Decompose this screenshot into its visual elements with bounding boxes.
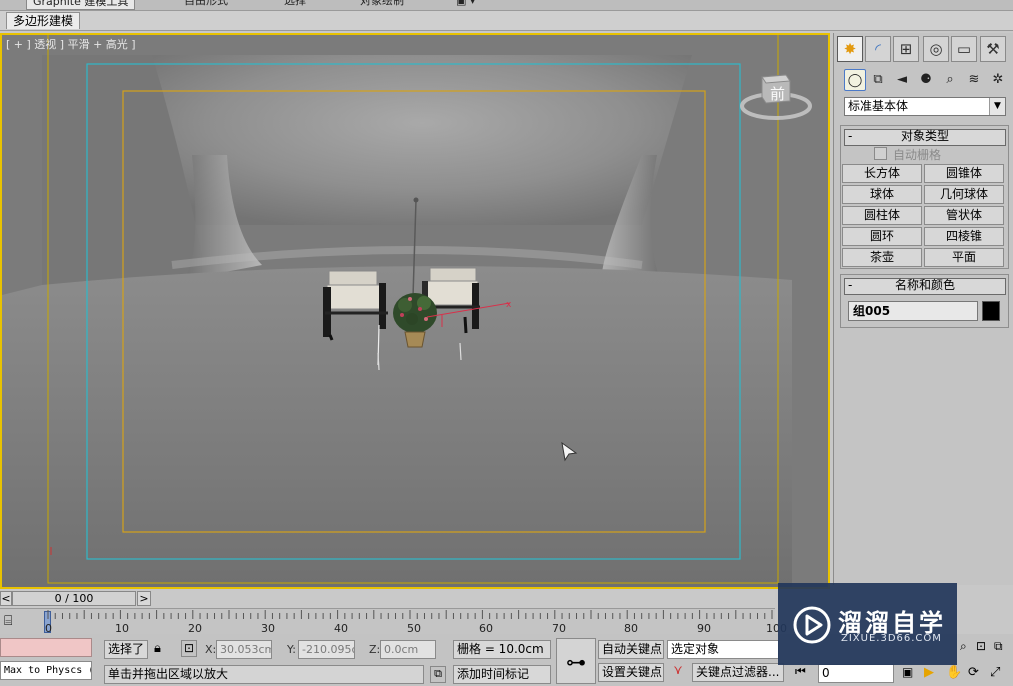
perspective-viewport[interactable]: x [ + ] 透视 ] 平滑 + 高光 ] 前	[0, 33, 830, 589]
z-coordinate-field[interactable]: 0.0cm	[380, 640, 436, 659]
sphere-button[interactable]: 球体	[842, 185, 922, 204]
helpers-icon[interactable]: ⌕	[940, 69, 960, 89]
viewport-navigation-controls: ▣ ▶ ✋ ⟳ ⤢	[898, 665, 1013, 683]
time-slider-thumb[interactable]: 0 / 100	[12, 591, 136, 606]
object-type-header[interactable]: - 对象类型	[844, 129, 1006, 146]
watermark-url: ZIXUE.3D66.COM	[841, 633, 942, 644]
cone-button[interactable]: 圆锥体	[924, 164, 1004, 183]
spacewarps-icon[interactable]: ≋	[964, 69, 984, 89]
pan-icon[interactable]: ✋	[946, 665, 962, 680]
cylinder-button[interactable]: 圆柱体	[842, 206, 922, 225]
object-category-dropdown[interactable]: 标准基本体 ▼	[844, 97, 1006, 116]
geosphere-button[interactable]: 几何球体	[924, 185, 1004, 204]
key-mode-dropdown[interactable]: 选定对象	[667, 640, 779, 659]
zoom-region-icon[interactable]: ▶	[924, 665, 934, 680]
add-time-tag-button[interactable]: 添加时间标记	[453, 665, 551, 684]
shapes-icon[interactable]: ⧉	[868, 69, 888, 89]
prompt-line: 单击并拖出区域以放大	[104, 665, 424, 684]
box-button[interactable]: 长方体	[842, 164, 922, 183]
track-bar[interactable]: ⌸ 0 10 20 30 40 50 60 70 80 90 100	[0, 608, 787, 635]
key-filters-button[interactable]: 关键点过滤器...	[692, 663, 784, 682]
lights-icon[interactable]: ◄	[892, 69, 912, 89]
viewport-label[interactable]: [ + ] 透视 ] 平滑 + 高光 ]	[6, 36, 136, 52]
torus-button[interactable]: 圆环	[842, 227, 922, 246]
display-icon[interactable]: ▭	[951, 36, 977, 62]
collapse-icon: -	[848, 129, 853, 143]
cameras-icon[interactable]: ⚈	[916, 69, 936, 89]
collapse-icon: -	[848, 278, 853, 292]
object-category-value: 标准基本体	[848, 99, 909, 113]
ribbon: Graphite 建模工具 自由形式 选择 对象绘制 ▣ ▾	[0, 0, 1013, 11]
next-frame-button[interactable]: >	[137, 591, 151, 606]
maximize-viewport-icon[interactable]: ⤢	[990, 665, 1000, 680]
time-tag-icon[interactable]: ⧉	[430, 666, 446, 683]
object-color-swatch[interactable]	[982, 301, 1000, 321]
modify-icon[interactable]: ◜	[865, 36, 891, 62]
chevron-down-icon[interactable]: ▼	[989, 98, 1005, 115]
orbit-icon[interactable]: ⟳	[968, 665, 979, 680]
time-config-icon[interactable]: ▣	[902, 665, 913, 679]
autogrid-checkbox[interactable]: 自动栅格	[874, 146, 941, 163]
maxscript-mini-listener-top[interactable]	[0, 638, 92, 657]
grid-size-display: 栅格 = 10.0cm	[453, 640, 551, 659]
prev-frame-button[interactable]: <	[0, 591, 12, 606]
name-color-header[interactable]: - 名称和颜色	[844, 278, 1006, 295]
y-label: Y:	[287, 643, 296, 656]
hierarchy-icon[interactable]: ⊞	[893, 36, 919, 62]
teapot-button[interactable]: 茶壶	[842, 248, 922, 267]
maxscript-mini-listener[interactable]: Max to Physcs (	[0, 661, 92, 680]
zoom-all-icon[interactable]: ⊡	[976, 639, 986, 653]
absolute-mode-icon[interactable]: ⊡	[181, 640, 197, 657]
motion-icon[interactable]: ◎	[923, 36, 949, 62]
utilities-icon[interactable]: ⚒	[980, 36, 1006, 62]
ribbon-tab-selection[interactable]: 选择	[278, 0, 312, 8]
viewcube[interactable]: 前	[740, 71, 816, 123]
time-slider[interactable]: < 0 / 100 >	[0, 590, 775, 608]
goto-start-icon[interactable]: ⏮	[795, 664, 813, 682]
checkbox-icon	[874, 147, 887, 160]
auto-key-button[interactable]: 自动关键点	[598, 640, 664, 659]
play-logo-icon	[793, 606, 831, 644]
watermark: 溜溜自学 ZIXUE.3D66.COM	[778, 583, 957, 665]
zoom-controls: ⌕ ⊡ ⧉	[960, 639, 1013, 657]
plane-button[interactable]: 平面	[924, 248, 1004, 267]
y-coordinate-field[interactable]: -210.095cm	[298, 640, 355, 659]
object-name-field[interactable]: 组005	[848, 301, 978, 321]
x-coordinate-field[interactable]: 30.053cm	[216, 640, 272, 659]
name-color-title: 名称和颜色	[894, 278, 955, 292]
object-type-title: 对象类型	[900, 129, 949, 143]
zoom-extents-icon[interactable]: ⧉	[994, 639, 1003, 654]
ribbon-subbar	[0, 11, 1013, 31]
ribbon-tab-freeform[interactable]: 自由形式	[178, 0, 234, 8]
ribbon-options-icon[interactable]: ▣ ▾	[450, 0, 481, 8]
tube-button[interactable]: 管状体	[924, 206, 1004, 225]
ribbon-tab-graphite[interactable]: Graphite 建模工具	[26, 0, 136, 10]
ribbon-tab-object-paint[interactable]: 对象绘制	[354, 0, 410, 8]
viewport-scene: x	[2, 35, 828, 587]
x-label: X:	[205, 643, 217, 656]
selection-count: 选择了	[104, 640, 148, 659]
key-icon[interactable]: ⊶	[556, 638, 596, 684]
key-curve-icon[interactable]: ⋎	[667, 663, 689, 682]
lock-selection-icon[interactable]: 🔒︎	[154, 641, 161, 656]
set-key-button[interactable]: 设置关键点	[598, 663, 664, 682]
geometry-icon[interactable]: ◯	[844, 69, 866, 91]
pyramid-button[interactable]: 四棱锥	[924, 227, 1004, 246]
polygon-modeling-tab[interactable]: 多边形建模	[6, 12, 81, 29]
svg-text:x: x	[506, 300, 512, 310]
zoom-icon[interactable]: ⌕	[960, 639, 967, 654]
current-frame-field[interactable]: 0	[818, 664, 894, 683]
autogrid-label: 自动栅格	[893, 148, 942, 162]
command-panel: ✸ ◜ ⊞ ◎ ▭ ⚒ ◯ ⧉ ◄ ⚈ ⌕ ≋ ✲ 标准基本体 ▼ - 对象类型…	[833, 33, 1013, 585]
z-label: Z:	[369, 643, 381, 656]
viewcube-face-label: 前	[770, 85, 786, 103]
create-icon[interactable]: ✸	[837, 36, 863, 62]
track-ruler-ticks	[47, 610, 773, 619]
systems-icon[interactable]: ✲	[988, 69, 1008, 89]
